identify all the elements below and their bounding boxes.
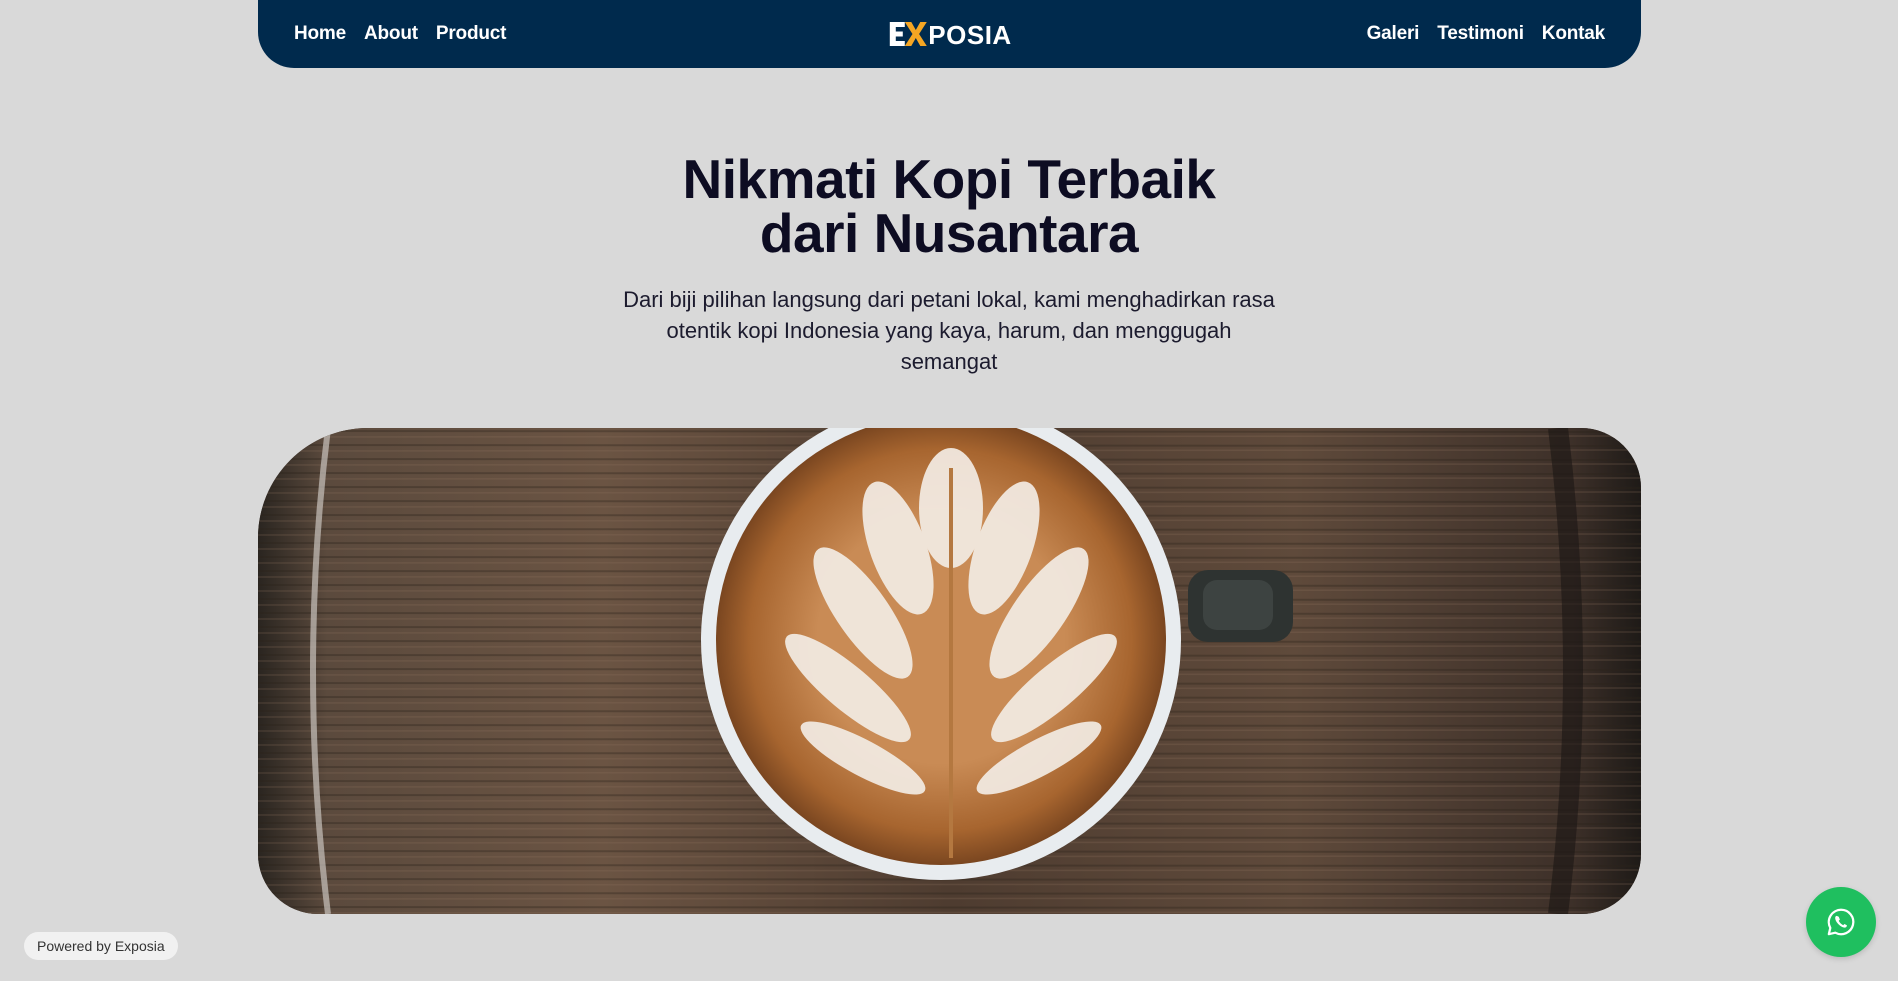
nav-link-about[interactable]: About [364, 23, 418, 45]
powered-by-badge[interactable]: Powered by Exposia [24, 932, 178, 960]
hero-title: Nikmati Kopi Terbaik dari Nusantara [0, 148, 1898, 264]
logo-mark-icon [889, 22, 927, 46]
nav-link-testimoni[interactable]: Testimoni [1437, 23, 1524, 45]
hero-section: Nikmati Kopi Terbaik dari Nusantara Dari… [0, 152, 1898, 377]
landing-page: Home About Product POSIA Galeri Testimon… [0, 0, 1898, 981]
nav-link-kontak[interactable]: Kontak [1542, 23, 1605, 45]
logo-text: POSIA [928, 20, 1012, 50]
whatsapp-button[interactable] [1806, 887, 1876, 957]
brand-logo[interactable]: POSIA [887, 17, 1011, 51]
hero-subtitle: Dari biji pilihan langsung dari petani l… [623, 287, 1275, 374]
hero-title-line-1: Nikmati Kopi Terbaik [682, 148, 1217, 210]
nav-link-galeri[interactable]: Galeri [1367, 23, 1420, 45]
nav-link-product[interactable]: Product [436, 23, 507, 45]
hero-coffee-image [258, 428, 1641, 914]
nav-left-group: Home About Product [294, 23, 506, 45]
navbar: Home About Product POSIA Galeri Testimon… [258, 0, 1641, 68]
hero-title-line-2: dari Nusantara [759, 202, 1139, 264]
nav-right-group: Galeri Testimoni Kontak [1367, 23, 1606, 45]
whatsapp-icon [1827, 908, 1855, 936]
nav-link-home[interactable]: Home [294, 23, 346, 45]
coffee-cup-illustration [258, 428, 1641, 914]
